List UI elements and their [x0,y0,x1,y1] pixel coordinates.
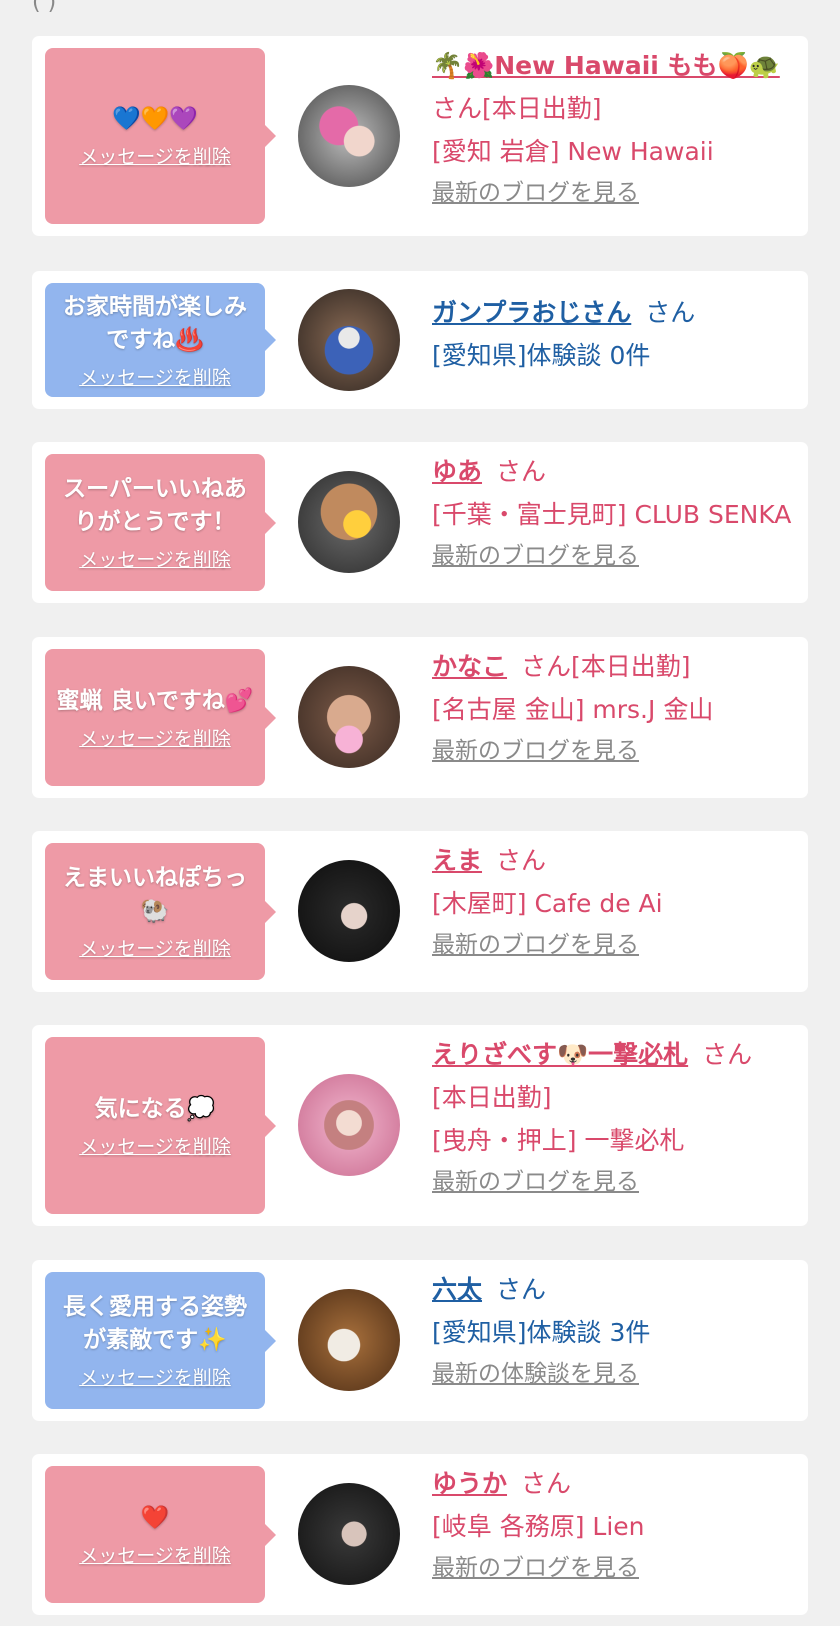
honorific: さん [496,1275,547,1304]
delete-message-link[interactable]: メッセージを削除 [79,363,231,390]
latest-blog-link[interactable]: 最新のブログを見る [432,180,639,206]
honorific: さん[本日出勤] [521,652,691,681]
message-bubble: ❤️ メッセージを削除 [45,1466,276,1603]
honorific: さん [496,846,547,875]
message-card: 蜜蝋 良いですね💕 メッセージを削除 かなこ さん[本日出勤] [名古屋 金山] … [32,637,808,798]
avatar[interactable] [298,471,400,573]
message-card: えまいいねぽちっ🐏 メッセージを削除 えま さん [木屋町] Cafe de Ai… [32,831,808,992]
delete-message-link[interactable]: メッセージを削除 [79,545,231,572]
avatar[interactable] [298,85,400,187]
user-name-link[interactable]: 🌴🌺New Hawaii もも🍑🐢 [432,51,780,80]
user-status: [本日出勤] [432,1083,552,1112]
avatar[interactable] [298,666,400,768]
message-text: 💙🧡💜 [112,106,198,132]
message-bubble: 蜜蝋 良いですね💕 メッセージを削除 [45,649,276,786]
delete-message-link[interactable]: メッセージを削除 [79,724,231,751]
previous-item-stub: ( ) [32,0,57,15]
user-location: [愛知 岩倉] New Hawaii [432,137,714,166]
user-name-link[interactable]: ガンプラおじさん [432,298,631,327]
user-name-link[interactable]: ゆうか [432,1469,507,1498]
user-status: さん[本日出勤] [432,94,602,123]
message-text: えまいいねぽちっ🐏 [63,865,247,924]
delete-message-link[interactable]: メッセージを削除 [79,1363,231,1390]
user-location: [曳舟・押上] 一撃必札 [432,1126,685,1155]
honorific: さん [521,1469,572,1498]
user-location: [名古屋 金山] mrs.J 金山 [432,695,714,724]
delete-message-link[interactable]: メッセージを削除 [79,1132,231,1159]
message-card: 💙🧡💜 メッセージを削除 🌴🌺New Hawaii もも🍑🐢 さん[本日出勤] … [32,36,808,236]
message-bubble: お家時間が楽しみですね♨️ メッセージを削除 [45,283,276,397]
latest-blog-link[interactable]: 最新のブログを見る [432,738,639,764]
latest-blog-link[interactable]: 最新のブログを見る [432,1555,639,1581]
message-bubble: 長く愛用する姿勢が素敵です✨ メッセージを削除 [45,1272,276,1409]
user-name-link[interactable]: 六太 [432,1275,482,1304]
honorific: さん [645,298,696,327]
message-bubble: 気になる💭 メッセージを削除 [45,1037,276,1214]
message-text: お家時間が楽しみですね♨️ [63,293,247,353]
avatar[interactable] [298,1483,400,1585]
user-location: [岐阜 各務原] Lien [432,1512,645,1541]
user-name-link[interactable]: えま [432,846,482,875]
message-text: スーパーいいねありがとうです！ [63,476,247,535]
message-card: 長く愛用する姿勢が素敵です✨ メッセージを削除 六太 さん [愛知県]体験談 3件… [32,1260,808,1421]
latest-blog-link[interactable]: 最新のブログを見る [432,543,639,569]
avatar[interactable] [298,1074,400,1176]
user-location: [愛知県]体験談 3件 [432,1318,651,1347]
delete-message-link[interactable]: メッセージを削除 [79,1541,231,1568]
message-text: ❤️ [140,1504,170,1531]
message-card: ❤️ メッセージを削除 ゆうか さん [岐阜 各務原] Lien 最新のブログを見… [32,1454,808,1615]
user-name-link[interactable]: ゆあ [432,457,482,486]
message-text: 長く愛用する姿勢が素敵です✨ [63,1294,247,1353]
latest-review-link[interactable]: 最新の体験談を見る [432,1361,639,1387]
avatar[interactable] [298,860,400,962]
user-location: [愛知県]体験談 0件 [432,341,651,370]
message-bubble: 💙🧡💜 メッセージを削除 [45,48,276,224]
message-card: スーパーいいねありがとうです！ メッセージを削除 ゆあ さん [千葉・富士見町] … [32,442,808,603]
avatar[interactable] [298,289,400,391]
user-name-link[interactable]: えりざべす🐶一撃必札 [432,1040,688,1069]
message-bubble: えまいいねぽちっ🐏 メッセージを削除 [45,843,276,980]
honorific: さん [496,457,547,486]
latest-blog-link[interactable]: 最新のブログを見る [432,1169,639,1195]
latest-blog-link[interactable]: 最新のブログを見る [432,932,639,958]
message-card: 気になる💭 メッセージを削除 えりざべす🐶一撃必札 さん [本日出勤] [曳舟・押… [32,1025,808,1226]
avatar[interactable] [298,1289,400,1391]
delete-message-link[interactable]: メッセージを削除 [79,934,231,961]
user-location: [千葉・富士見町] CLUB SENKA [432,500,792,529]
user-name-link[interactable]: かなこ [432,652,507,681]
honorific: さん [702,1040,753,1069]
message-text: 気になる💭 [94,1095,216,1122]
message-bubble: スーパーいいねありがとうです！ メッセージを削除 [45,454,276,591]
message-card: お家時間が楽しみですね♨️ メッセージを削除 ガンプラおじさん さん [愛知県]体… [32,271,808,409]
message-text: 蜜蝋 良いですね💕 [56,687,254,714]
user-location: [木屋町] Cafe de Ai [432,889,663,918]
delete-message-link[interactable]: メッセージを削除 [79,142,231,169]
